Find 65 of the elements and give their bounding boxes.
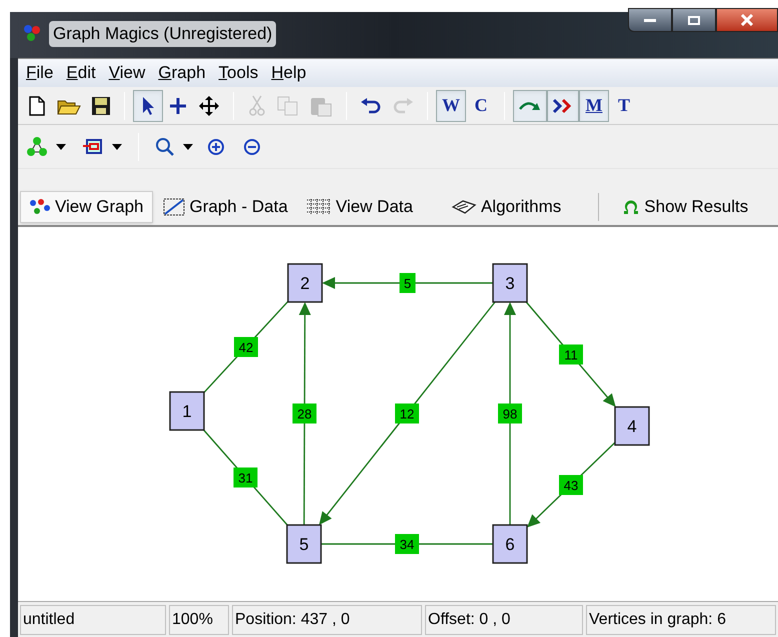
weight-label: 28 <box>292 404 316 424</box>
graph-nodes-icon[interactable] <box>26 136 48 158</box>
tab-icon <box>450 199 477 215</box>
tab-icon <box>622 198 640 216</box>
view-tab[interactable]: Algorithms <box>442 191 570 223</box>
toolbar-button[interactable]: C <box>466 90 496 122</box>
vertex-node[interactable]: 2 <box>287 263 323 303</box>
menu-item[interactable]: Edit <box>66 60 96 86</box>
tab-icon <box>306 198 332 216</box>
view-tab[interactable]: Graph - Data <box>152 191 297 223</box>
double-chevron-icon <box>552 98 574 114</box>
window-title: Graph Magics (Unregistered) <box>49 21 276 46</box>
toolbar-button[interactable]: M <box>579 90 609 122</box>
menu-item[interactable]: View <box>108 60 146 86</box>
toolbar-button[interactable]: T <box>609 90 639 122</box>
copy-icon <box>277 96 299 116</box>
app-logo-icon <box>22 23 42 43</box>
status-bar-pane: Offset: 0 , 0 <box>425 604 583 634</box>
vertex-node[interactable]: 3 <box>492 263 528 303</box>
search-icon[interactable] <box>155 136 175 156</box>
weight-label: 98 <box>498 404 522 424</box>
status-bar-pane: 100% <box>169 604 229 634</box>
dropdown-caret-icon[interactable] <box>183 144 193 150</box>
plus-icon <box>168 96 188 116</box>
vertex-node[interactable]: 1 <box>169 391 205 431</box>
view-tab[interactable]: Show Results <box>613 191 758 223</box>
menu-item[interactable]: Help <box>271 60 306 86</box>
menu-item[interactable]: File <box>26 60 54 86</box>
weight-label: 43 <box>559 475 583 495</box>
zoom-out-icon[interactable] <box>243 138 261 156</box>
weight-label: 34 <box>395 534 419 554</box>
view-tab[interactable]: View Graph <box>20 191 153 223</box>
weight-label: 5 <box>400 273 416 293</box>
pointer-icon <box>141 96 155 116</box>
status-bar-pane: Vertices in graph: 6 <box>586 604 776 634</box>
dropdown-caret-icon[interactable] <box>112 144 122 150</box>
view-tab[interactable]: View Data <box>296 191 422 223</box>
maximize-button[interactable] <box>672 8 716 32</box>
move-arrows-icon <box>198 94 220 116</box>
undo-icon <box>360 98 382 114</box>
vertex-node[interactable]: 4 <box>614 406 650 446</box>
scissors-icon <box>249 94 265 116</box>
toolbar-button[interactable] <box>133 90 163 122</box>
weight-label: 11 <box>559 344 583 364</box>
status-bar-pane: untitled <box>20 604 166 634</box>
menu-item[interactable]: Tools <box>218 60 258 86</box>
weight-label: 42 <box>234 337 258 357</box>
toolbar-button[interactable] <box>547 90 579 122</box>
zoom-in-icon[interactable] <box>207 138 225 156</box>
new-file-icon <box>28 96 46 116</box>
status-bar-pane: Position: 437 , 0 <box>232 604 422 634</box>
minimize-button[interactable] <box>628 8 672 32</box>
weight-label: 31 <box>234 468 258 488</box>
redo-icon <box>392 98 414 114</box>
close-button[interactable] <box>716 8 778 32</box>
vertex-node[interactable]: 5 <box>286 524 322 564</box>
menu-item[interactable]: Graph <box>158 60 206 86</box>
dropdown-caret-icon[interactable] <box>56 144 66 150</box>
tab-icon <box>29 198 51 216</box>
toolbar-button[interactable]: W <box>436 90 466 122</box>
tab-icon <box>162 197 186 217</box>
weight-label: 12 <box>395 404 419 424</box>
close-icon <box>740 14 754 26</box>
frame-box-icon[interactable] <box>82 138 104 156</box>
vertex-node[interactable]: 6 <box>492 524 528 564</box>
